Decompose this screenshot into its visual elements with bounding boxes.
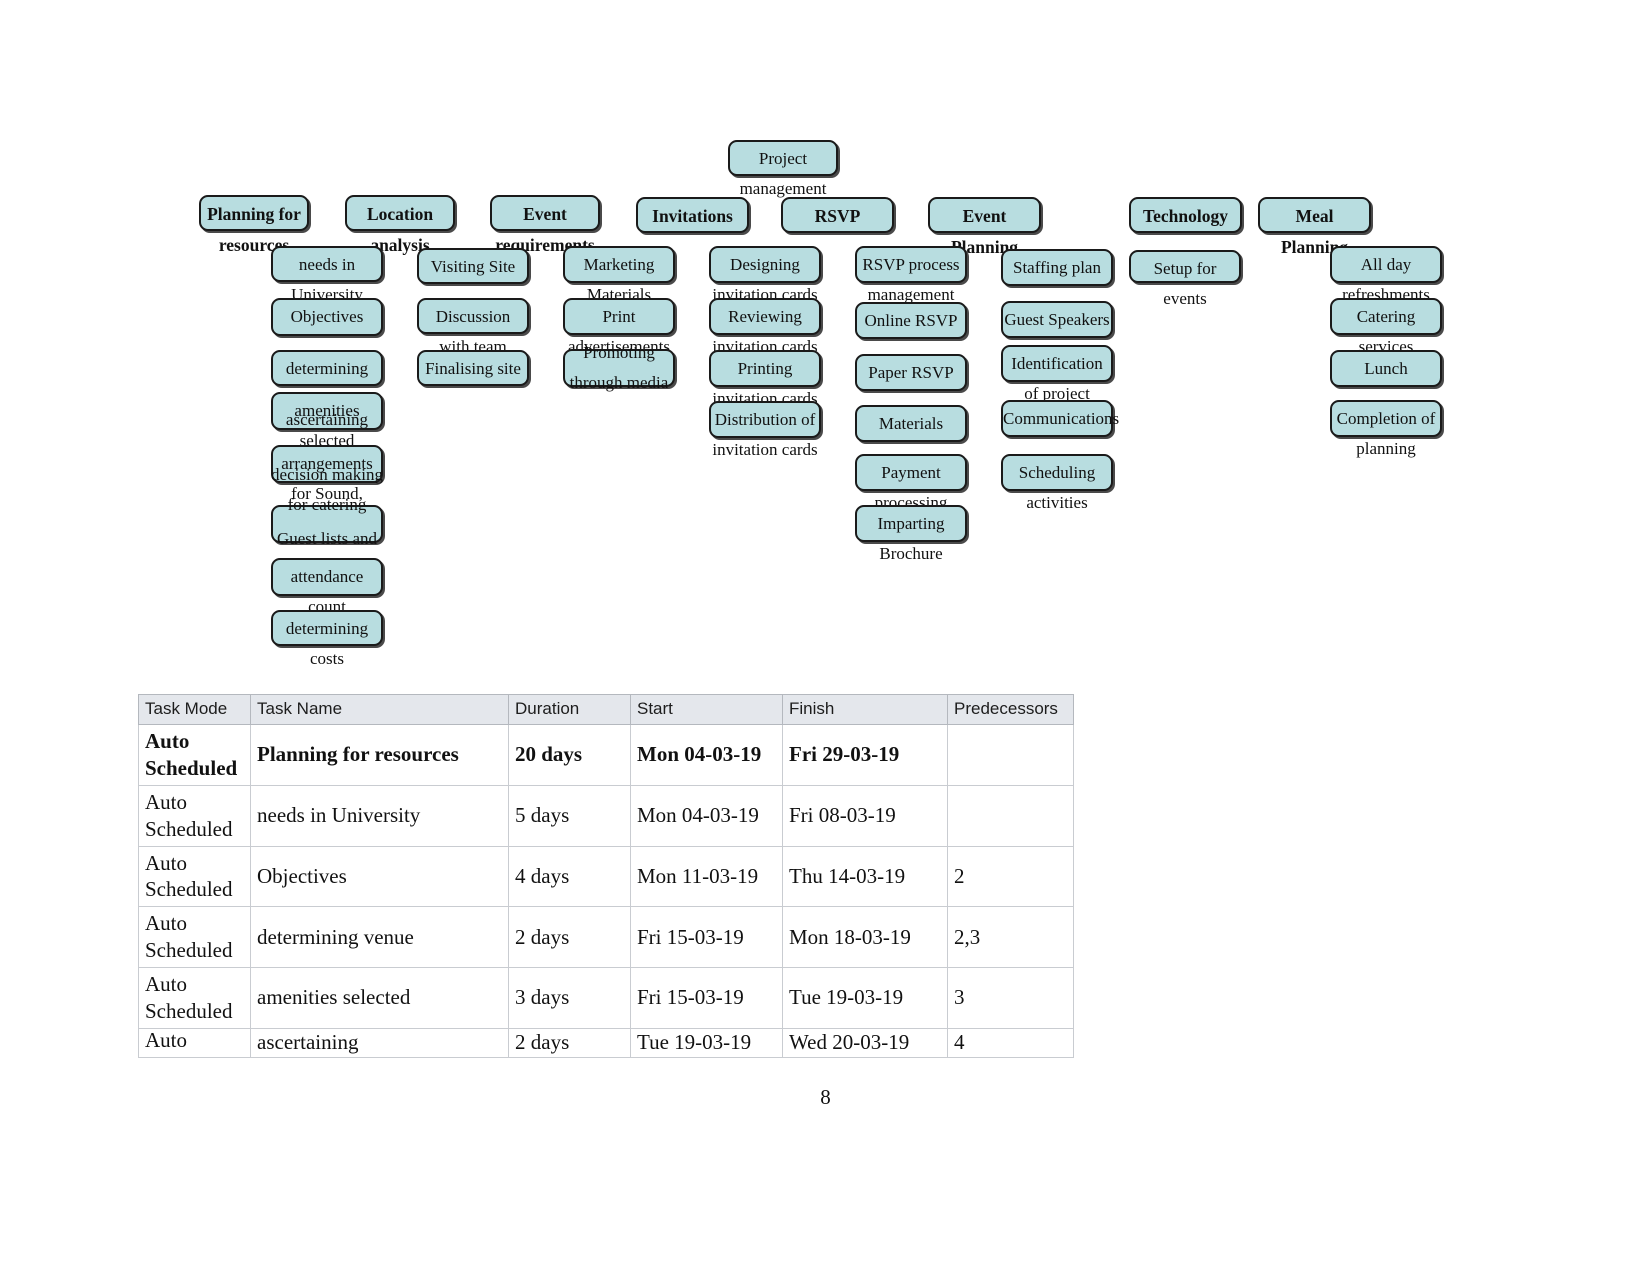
cell-start: Mon 04-03-19 — [630, 784, 783, 847]
wbs-node-printing-invitation-cards: Printing invitation cards — [709, 350, 821, 408]
wbs-node-discussion-with-team: Discussion with team — [417, 298, 529, 356]
table-row: Auto Scheduled determining venue 2 days … — [138, 906, 1074, 968]
table-header-row: Task Mode Task Name Duration Start Finis… — [138, 694, 1074, 725]
cell-duration: 3 days — [508, 967, 631, 1029]
wbs-node-distribution-invitation-cards: Distribution of invitation cards — [709, 401, 821, 459]
wbs-node-lunch: Lunch — [1330, 350, 1442, 387]
wbs-node-communications: Communications — [1001, 400, 1119, 437]
wbs-node-online-rsvp: Online RSVP — [855, 302, 967, 339]
column-header-task-mode: Task Mode — [138, 694, 251, 725]
wbs-node-setup-for-events: Setup for events — [1129, 250, 1241, 308]
cell-predecessors: 3 — [947, 967, 1074, 1029]
wbs-node-imparting-brochure: Imparting Brochure — [855, 505, 967, 563]
wbs-node-print-advertisements: Print advertisements — [563, 298, 675, 356]
table-row: Auto Scheduled needs in University 5 day… — [138, 784, 1074, 847]
cell-task-name: needs in University — [250, 784, 509, 847]
wbs-node-staffing-plan: Staffing plan — [1001, 249, 1113, 286]
wbs-node-designing-invitation-cards: Designing invitation cards — [709, 246, 821, 304]
wbs-node-needs-in-university: needs in University — [271, 246, 383, 304]
column-header-duration: Duration — [508, 694, 631, 725]
wbs-node-paper-rsvp: Paper RSVP — [855, 354, 967, 391]
cell-task-mode: Auto Scheduled — [138, 845, 251, 908]
wbs-node-all-day-refreshments: All day refreshments — [1330, 246, 1442, 304]
wbs-node-rsvp-process-management: RSVP process management — [855, 246, 967, 304]
cell-start: Mon 11-03-19 — [630, 845, 783, 908]
cell-task-mode: Auto — [138, 1027, 251, 1058]
cell-predecessors — [947, 784, 1074, 847]
cell-duration: 4 days — [508, 845, 631, 908]
cell-predecessors — [947, 724, 1074, 786]
cell-predecessors: 2 — [947, 845, 1074, 908]
wbs-node-guest-speakers: Guest Speakers — [1001, 301, 1113, 338]
cell-task-name: Planning for resources — [250, 724, 509, 786]
wbs-node-visiting-site: Visiting Site — [417, 248, 529, 284]
task-table-container: Task Mode Task Name Duration Start Finis… — [138, 694, 1074, 1058]
wbs-node-technology: Technology — [1129, 197, 1242, 233]
wbs-node-attendance-count: attendance count — [271, 558, 383, 616]
wbs-node-event-requirements: Event requirements — [490, 195, 600, 255]
cell-predecessors: 2,3 — [947, 906, 1074, 968]
column-header-predecessors: Predecessors — [947, 694, 1074, 725]
wbs-node-decision-making-catering: decision making for catering — [271, 465, 383, 515]
cell-start: Tue 19-03-19 — [630, 1027, 783, 1058]
cell-finish: Wed 20-03-19 — [782, 1027, 948, 1058]
wbs-diagram: Project management Planning for resource… — [0, 0, 1651, 680]
cell-task-name: ascertaining — [250, 1027, 509, 1058]
cell-predecessors: 4 — [947, 1027, 1074, 1058]
page-number: 8 — [820, 1085, 831, 1109]
wbs-node-reviewing-invitation-cards: Reviewing invitation cards — [709, 298, 821, 356]
wbs-node-determining-costs: determining costs — [271, 610, 383, 668]
table-row: Auto Scheduled amenities selected 3 days… — [138, 967, 1074, 1029]
wbs-node-root: Project management — [728, 140, 838, 198]
wbs-node-ascertaining: ascertaining — [285, 410, 369, 429]
wbs-node-event-planning: Event Planning — [928, 197, 1041, 257]
cell-start: Fri 15-03-19 — [630, 906, 783, 968]
wbs-node-meal-planning: Meal Planning — [1258, 197, 1371, 257]
wbs-node-completion-of-planning: Completion of planning — [1330, 400, 1442, 458]
wbs-node-guest-lists: Guest lists and — [276, 529, 378, 548]
cell-task-mode: Auto Scheduled — [138, 724, 251, 786]
column-header-finish: Finish — [782, 694, 948, 725]
cell-task-name: Objectives — [250, 845, 509, 908]
wbs-node-catering-services: Catering services — [1330, 298, 1442, 356]
cell-duration: 2 days — [508, 1027, 631, 1058]
wbs-node-payment-processing: Payment processing — [855, 454, 967, 512]
wbs-node-objectives: Objectives — [271, 298, 383, 336]
cell-finish: Tue 19-03-19 — [782, 967, 948, 1029]
cell-start: Mon 04-03-19 — [630, 724, 783, 786]
cell-duration: 2 days — [508, 906, 631, 968]
column-header-start: Start — [630, 694, 783, 725]
table-row: Auto ascertaining 2 days Tue 19-03-19 We… — [138, 1027, 1074, 1058]
wbs-node-location-analysis: Location analysis — [345, 195, 455, 255]
wbs-node-invitations: Invitations — [636, 197, 749, 233]
cell-task-name: amenities selected — [250, 967, 509, 1029]
cell-finish: Mon 18-03-19 — [782, 906, 948, 968]
wbs-node-marketing-materials: Marketing Materials — [563, 246, 675, 304]
cell-start: Fri 15-03-19 — [630, 967, 783, 1029]
wbs-node-determining-venue: determining venue — [271, 350, 383, 408]
cell-task-mode: Auto Scheduled — [138, 784, 251, 847]
wbs-node-planning-for-resources: Planning for resources — [199, 195, 309, 255]
cell-duration: 20 days — [508, 724, 631, 786]
cell-duration: 5 days — [508, 784, 631, 847]
wbs-node-promoting-through-media: Promoting through media — [569, 343, 669, 393]
cell-finish: Fri 08-03-19 — [782, 784, 948, 847]
cell-task-mode: Auto Scheduled — [138, 967, 251, 1029]
table-row: Auto Scheduled Objectives 4 days Mon 11-… — [138, 845, 1074, 908]
wbs-node-rsvp: RSVP — [781, 197, 894, 233]
cell-task-name: determining venue — [250, 906, 509, 968]
wbs-node-finalising-site: Finalising site — [417, 350, 529, 386]
table-row: Auto Scheduled Planning for resources 20… — [138, 724, 1074, 786]
cell-task-mode: Auto Scheduled — [138, 906, 251, 968]
wbs-node-materials: Materials — [855, 405, 967, 442]
cell-finish: Fri 29-03-19 — [782, 724, 948, 786]
column-header-task-name: Task Name — [250, 694, 509, 725]
wbs-node-scheduling-activities: Scheduling activities — [1001, 454, 1113, 512]
wbs-node-identification-of-project: Identification of project — [1001, 345, 1113, 403]
cell-finish: Thu 14-03-19 — [782, 845, 948, 908]
task-table: Task Mode Task Name Duration Start Finis… — [138, 694, 1074, 1058]
